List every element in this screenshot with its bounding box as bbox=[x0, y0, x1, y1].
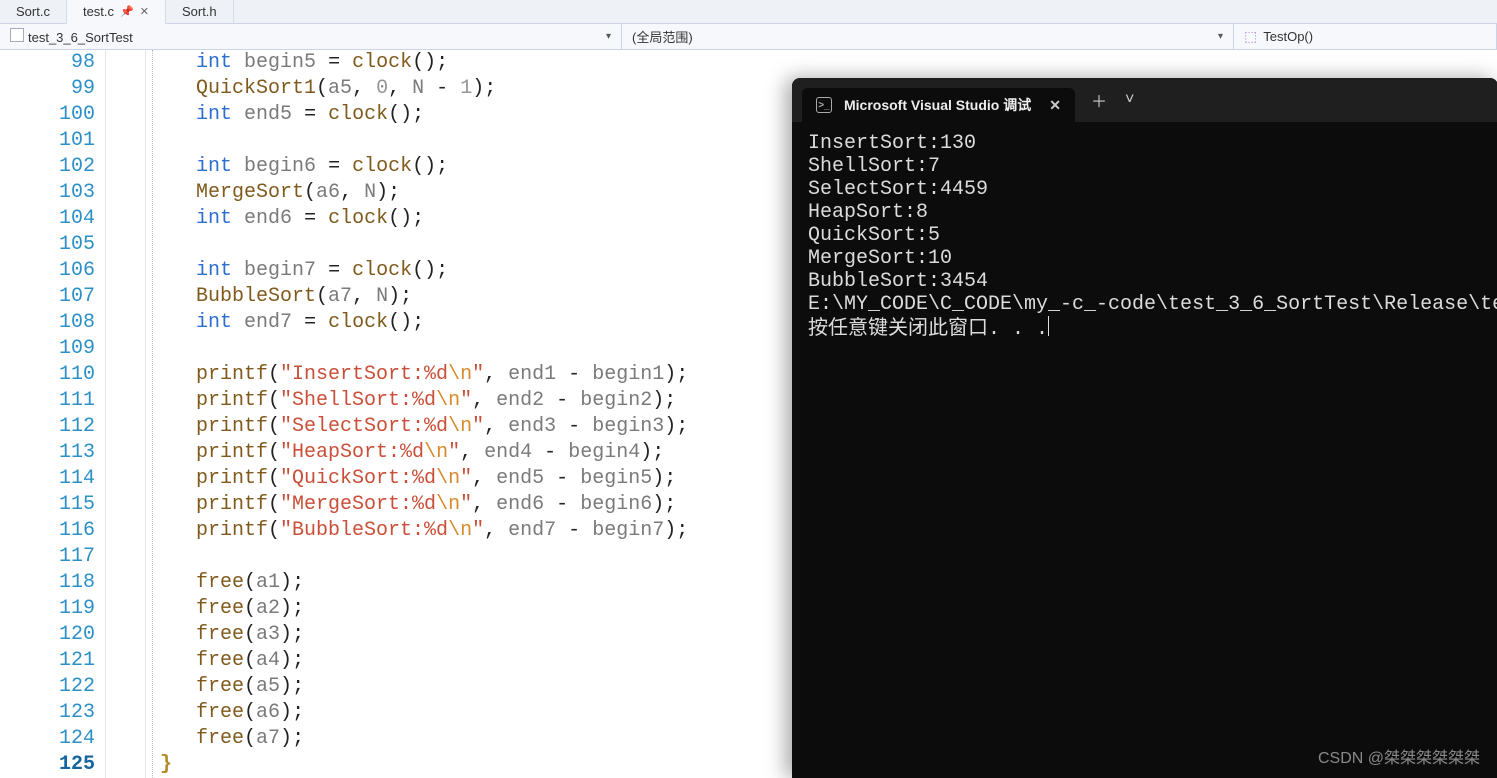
line-number-gutter: 9899100101102103104105106107108109110111… bbox=[0, 50, 106, 778]
terminal-cursor bbox=[1048, 316, 1049, 336]
terminal-line: InsertSort:130 bbox=[808, 132, 1482, 155]
terminal-line: HeapSort:8 bbox=[808, 201, 1482, 224]
close-icon[interactable]: ✕ bbox=[1049, 97, 1061, 114]
line-number: 101 bbox=[0, 128, 95, 154]
editor-tabs: Sort.c test.c 📌 ✕ Sort.h bbox=[0, 0, 1497, 24]
line-number: 103 bbox=[0, 180, 95, 206]
code-line[interactable]: int begin5 = clock(); bbox=[196, 50, 1497, 76]
tab-label: Sort.c bbox=[16, 4, 50, 19]
terminal-icon: >_ bbox=[816, 97, 832, 113]
line-number: 112 bbox=[0, 414, 95, 440]
close-icon[interactable]: ✕ bbox=[140, 5, 149, 18]
terminal-line: E:\MY_CODE\C_CODE\my_-c_-code\test_3_6_S… bbox=[808, 293, 1482, 316]
watermark: CSDN @桀桀桀桀桀桀 bbox=[1318, 744, 1480, 768]
new-tab-button[interactable]: ＋ bbox=[1091, 88, 1107, 112]
chevron-down-icon: ▾ bbox=[606, 31, 611, 42]
nav-left-text: test_3_6_SortTest bbox=[28, 30, 133, 45]
nav-function-dropdown[interactable]: ⬚ TestOp() bbox=[1234, 24, 1497, 49]
nav-scope-dropdown[interactable]: (全局范围) ▾ bbox=[622, 24, 1234, 49]
nav-project-dropdown[interactable]: test_3_6_SortTest ▾ bbox=[0, 24, 622, 49]
terminal-line: MergeSort:10 bbox=[808, 247, 1482, 270]
nav-right-text: TestOp() bbox=[1263, 29, 1313, 44]
terminal-line: ShellSort:7 bbox=[808, 155, 1482, 178]
indent-guide bbox=[146, 50, 160, 778]
line-number: 100 bbox=[0, 102, 95, 128]
line-number: 109 bbox=[0, 336, 95, 362]
line-number: 104 bbox=[0, 206, 95, 232]
tab-label: test.c bbox=[83, 4, 114, 19]
line-number: 119 bbox=[0, 596, 95, 622]
terminal-line: QuickSort:5 bbox=[808, 224, 1482, 247]
chevron-down-icon: ▾ bbox=[1218, 31, 1223, 42]
line-number: 122 bbox=[0, 674, 95, 700]
tab-test-c[interactable]: test.c 📌 ✕ bbox=[67, 0, 166, 24]
pin-icon[interactable]: 📌 bbox=[120, 5, 134, 18]
line-number: 120 bbox=[0, 622, 95, 648]
terminal-line: 按任意键关闭此窗口. . . bbox=[808, 316, 1482, 341]
line-number: 113 bbox=[0, 440, 95, 466]
line-number: 111 bbox=[0, 388, 95, 414]
line-number: 110 bbox=[0, 362, 95, 388]
tab-sort-h[interactable]: Sort.h bbox=[166, 0, 234, 24]
terminal-output[interactable]: InsertSort:130ShellSort:7SelectSort:4459… bbox=[792, 122, 1497, 351]
line-number: 124 bbox=[0, 726, 95, 752]
line-number: 116 bbox=[0, 518, 95, 544]
line-number: 121 bbox=[0, 648, 95, 674]
terminal-toolbar: ＋ ˅ bbox=[1075, 88, 1150, 112]
line-number: 108 bbox=[0, 310, 95, 336]
line-number: 107 bbox=[0, 284, 95, 310]
line-number: 117 bbox=[0, 544, 95, 570]
line-number: 125 bbox=[0, 752, 95, 778]
nav-row: test_3_6_SortTest ▾ (全局范围) ▾ ⬚ TestOp() bbox=[0, 24, 1497, 50]
line-number: 106 bbox=[0, 258, 95, 284]
terminal-window[interactable]: >_ Microsoft Visual Studio 调试 ✕ ＋ ˅ Inse… bbox=[792, 78, 1497, 778]
terminal-line: BubbleSort:3454 bbox=[808, 270, 1482, 293]
terminal-titlebar[interactable]: >_ Microsoft Visual Studio 调试 ✕ ＋ ˅ bbox=[792, 78, 1497, 122]
marker-column bbox=[106, 50, 146, 778]
line-number: 102 bbox=[0, 154, 95, 180]
line-number: 118 bbox=[0, 570, 95, 596]
method-icon: ⬚ bbox=[1244, 28, 1257, 45]
line-number: 99 bbox=[0, 76, 95, 102]
terminal-title: Microsoft Visual Studio 调试 bbox=[844, 95, 1031, 115]
line-number: 105 bbox=[0, 232, 95, 258]
terminal-line: SelectSort:4459 bbox=[808, 178, 1482, 201]
line-number: 115 bbox=[0, 492, 95, 518]
project-icon bbox=[10, 28, 24, 42]
line-number: 114 bbox=[0, 466, 95, 492]
terminal-tab[interactable]: >_ Microsoft Visual Studio 调试 ✕ bbox=[802, 88, 1075, 122]
line-number: 123 bbox=[0, 700, 95, 726]
tab-label: Sort.h bbox=[182, 4, 217, 19]
chevron-down-icon[interactable]: ˅ bbox=[1125, 91, 1134, 109]
tab-sort-c[interactable]: Sort.c bbox=[0, 0, 67, 24]
line-number: 98 bbox=[0, 50, 95, 76]
nav-mid-text: (全局范围) bbox=[632, 27, 693, 46]
